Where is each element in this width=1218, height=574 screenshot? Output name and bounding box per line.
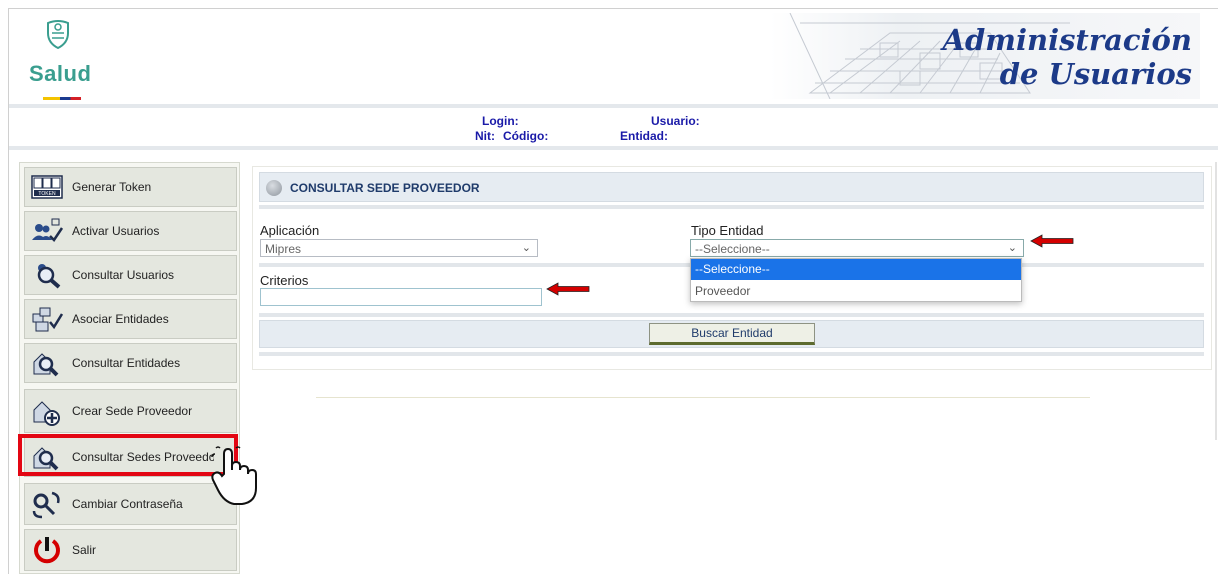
banner-title-line1: Administración	[942, 23, 1192, 57]
sidebar: TOKEN Generar Token Activar Usuarios Con…	[19, 162, 240, 574]
entidad-label: Entidad:	[620, 129, 668, 143]
sidebar-item-cambiar-contrasena[interactable]: Cambiar Contraseña	[24, 483, 237, 525]
tipo-entidad-value: --Seleccione--	[695, 242, 770, 256]
aplicacion-select[interactable]: Mipres ⌄	[260, 239, 538, 257]
header-divider-bottom	[9, 146, 1218, 150]
aplicacion-value: Mipres	[265, 242, 302, 256]
buscar-entidad-button[interactable]: Buscar Entidad	[649, 323, 815, 345]
section-divider	[259, 352, 1204, 356]
pointer-hand-icon	[211, 446, 257, 505]
tipo-entidad-dropdown: --Seleccione-- Proveedor	[690, 258, 1022, 302]
sidebar-item-crear-sede-proveedor[interactable]: Crear Sede Proveedor	[24, 389, 237, 433]
sidebar-item-label: Activar Usuarios	[72, 224, 160, 238]
usuario-label: Usuario:	[651, 114, 700, 128]
red-arrow-icon	[546, 282, 590, 296]
page-title: CONSULTAR SEDE PROVEEDOR	[290, 181, 480, 195]
salud-logo: Salud	[29, 17, 109, 103]
dropdown-option-seleccione[interactable]: --Seleccione--	[691, 259, 1021, 280]
chevron-down-icon: ⌄	[521, 242, 531, 254]
coat-of-arms-icon	[47, 20, 69, 49]
entities-check-icon	[32, 307, 64, 332]
section-divider	[259, 205, 1204, 209]
section-divider	[259, 313, 1204, 317]
login-label: Login:	[482, 114, 519, 128]
user-search-icon	[37, 264, 61, 289]
aplicacion-label: Aplicación	[260, 223, 320, 238]
password-change-icon	[32, 491, 60, 519]
codigo-label: Código:	[503, 129, 549, 143]
sidebar-item-consultar-usuarios[interactable]: Consultar Usuarios	[24, 255, 237, 295]
tipo-entidad-label: Tipo Entidad	[691, 223, 764, 238]
sidebar-item-label: Salir	[72, 543, 97, 557]
app-banner: Administración de Usuarios	[770, 13, 1200, 99]
sidebar-item-label: Generar Token	[72, 180, 152, 194]
token-icon: TOKEN	[31, 175, 63, 199]
criterios-input[interactable]	[260, 288, 542, 306]
power-icon	[34, 537, 60, 564]
dropdown-option-proveedor[interactable]: Proveedor	[691, 281, 1021, 302]
sidebar-item-consultar-entidades[interactable]: Consultar Entidades	[24, 343, 237, 383]
right-border	[1215, 162, 1217, 440]
criterios-label: Criterios	[260, 273, 309, 288]
sidebar-item-label: Cambiar Contraseña	[72, 497, 183, 511]
panel-title-bar: CONSULTAR SEDE PROVEEDOR	[259, 172, 1204, 202]
sidebar-item-salir[interactable]: Salir	[24, 529, 237, 571]
sidebar-item-label: Asociar Entidades	[72, 312, 169, 326]
banner-title-line2: de Usuarios	[999, 57, 1192, 91]
sidebar-item-label: Consultar Usuarios	[72, 268, 175, 282]
svg-text:TOKEN: TOKEN	[38, 191, 56, 197]
nit-label: Nit:	[475, 129, 495, 143]
sidebar-item-asociar-entidades[interactable]: Asociar Entidades	[24, 299, 237, 339]
flag-stripe	[43, 97, 81, 100]
sidebar-item-label: Crear Sede Proveedor	[72, 404, 193, 418]
chevron-down-icon: ⌄	[1007, 242, 1017, 254]
tipo-entidad-select[interactable]: --Seleccione-- ⌄	[690, 239, 1024, 257]
sidebar-item-generar-token[interactable]: TOKEN Generar Token	[24, 167, 237, 207]
header: Salud Administración de Usuarios	[9, 9, 1218, 104]
add-site-icon	[33, 401, 60, 426]
users-check-icon	[32, 218, 64, 242]
red-arrow-icon	[1030, 234, 1074, 248]
footer-divider	[316, 397, 1090, 398]
sidebar-item-activar-usuarios[interactable]: Activar Usuarios	[24, 211, 237, 251]
user-info-bar: Login: Usuario: Nit: Código: Entidad:	[9, 108, 1218, 146]
sidebar-item-label: Consultar Entidades	[72, 356, 181, 370]
entities-search-icon	[33, 353, 59, 377]
brand-text: Salud	[29, 61, 92, 86]
highlight-box	[18, 434, 238, 476]
status-dot-icon	[266, 180, 282, 196]
